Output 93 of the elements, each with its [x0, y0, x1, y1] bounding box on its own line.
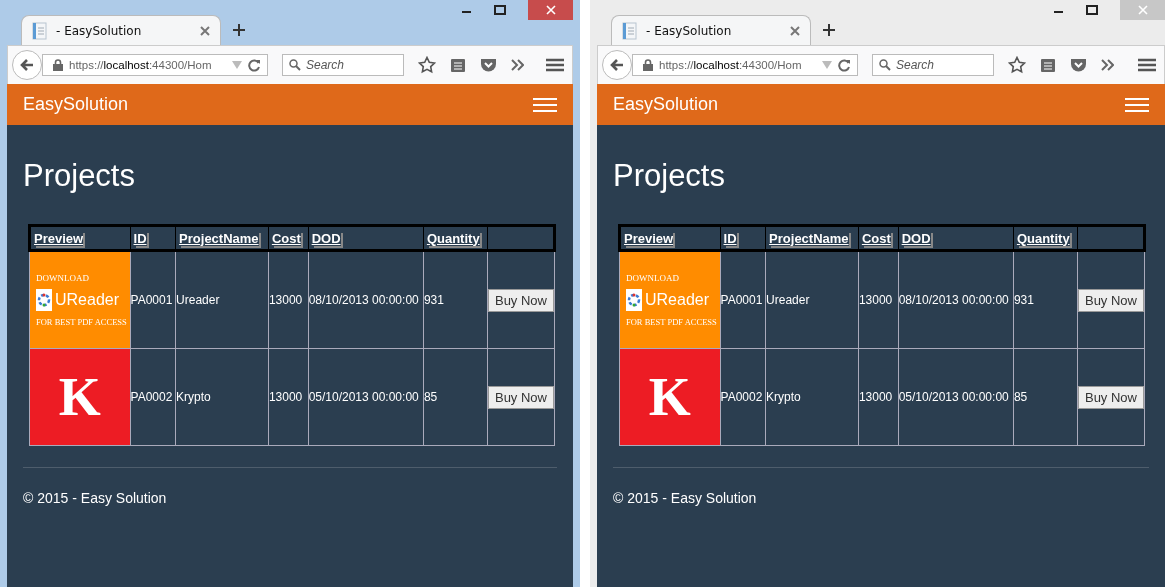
close-tab-icon[interactable]: [790, 25, 800, 36]
banner-title: UReader: [645, 291, 710, 309]
app-logo-icon: [626, 289, 642, 311]
clipboard-icon[interactable]: [1040, 57, 1056, 73]
table-cell: 85: [1013, 348, 1078, 446]
table-cell: 08/10/2013 00:00:00: [898, 250, 1014, 349]
back-arrow-icon: [20, 58, 34, 72]
column-sort-link[interactable]: Cost: [271, 230, 301, 246]
banner-text: FOR BEST PDF ACCESS: [36, 317, 128, 327]
banner-text: DOWNLOAD: [36, 273, 90, 283]
banner-text: FOR BEST PDF ACCESS: [626, 317, 718, 327]
chevrons-icon[interactable]: [1101, 59, 1114, 71]
browser-tab[interactable]: - EasySolution: [611, 15, 811, 45]
table-cell: 13000: [268, 250, 309, 349]
browser-tab[interactable]: - EasySolution: [21, 15, 221, 45]
table-cell: 05/10/2013 00:00:00: [898, 348, 1014, 446]
buy-now-button[interactable]: Buy Now: [487, 288, 554, 312]
address-field[interactable]: https://localhost:44300/Hom: [42, 54, 268, 76]
table-cell: 85: [423, 348, 488, 446]
buy-now-button[interactable]: Buy Now: [487, 385, 554, 409]
reload-icon[interactable]: [248, 58, 261, 72]
buy-now-button[interactable]: Buy Now: [1077, 385, 1144, 409]
reload-icon[interactable]: [838, 58, 851, 72]
maximize-icon[interactable]: [494, 5, 506, 15]
buy-now-button[interactable]: Buy Now: [1077, 288, 1144, 312]
search-icon: [879, 59, 891, 71]
search-icon: [289, 59, 301, 71]
table-cell: PA0002: [130, 348, 176, 446]
chevrons-icon[interactable]: [511, 59, 524, 71]
app-logo-icon: [36, 289, 52, 311]
clipboard-icon[interactable]: [450, 57, 466, 73]
menu-icon[interactable]: [546, 58, 564, 72]
url-text: https://localhost:44300/Hom: [659, 59, 802, 71]
table-cell: 931: [423, 250, 488, 349]
new-tab-icon[interactable]: [233, 24, 245, 36]
column-sort-link[interactable]: Preview: [624, 230, 674, 246]
new-tab-icon[interactable]: [823, 24, 835, 36]
maximize-icon[interactable]: [1086, 5, 1098, 15]
column-sort-link[interactable]: ProjectName: [769, 230, 849, 246]
table-cell: PA0001: [130, 250, 176, 349]
page-icon: [622, 21, 638, 40]
column-sort-link[interactable]: DOD: [311, 230, 341, 246]
back-button[interactable]: [602, 50, 632, 80]
column-sort-link[interactable]: ProjectName: [179, 230, 259, 246]
close-window-button[interactable]: [528, 0, 573, 20]
back-arrow-icon: [610, 58, 624, 72]
column-sort-link[interactable]: DOD: [901, 230, 931, 246]
tab-title: - EasySolution: [56, 23, 143, 38]
page-icon: [32, 21, 48, 40]
table-cell: Krypto: [765, 348, 859, 446]
table-cell: 05/10/2013 00:00:00: [308, 348, 424, 446]
url-text: https://localhost:44300/Hom: [69, 59, 212, 71]
close-tab-icon[interactable]: [200, 25, 210, 36]
page-heading: Projects: [23, 158, 136, 194]
lock-icon: [53, 59, 63, 71]
star-icon[interactable]: [1008, 56, 1026, 74]
table-cell: 13000: [858, 250, 899, 349]
table-cell: 931: [1013, 250, 1078, 349]
column-sort-link[interactable]: Cost: [861, 230, 891, 246]
logo-letter: K: [58, 366, 101, 428]
address-field[interactable]: https://localhost:44300/Hom: [632, 54, 858, 76]
search-field[interactable]: Search: [872, 54, 994, 76]
back-button[interactable]: [12, 50, 42, 80]
logo-letter: K: [648, 366, 691, 428]
column-sort-link[interactable]: Quantity: [1016, 230, 1070, 246]
table-cell: PA0002: [720, 348, 766, 446]
table-cell: 08/10/2013 00:00:00: [308, 250, 424, 349]
footer-text: © 2015 - Easy Solution: [23, 490, 168, 506]
menu-icon[interactable]: [1138, 58, 1156, 72]
column-sort-link[interactable]: ID: [723, 230, 737, 246]
footer-text: © 2015 - Easy Solution: [613, 490, 758, 506]
table-cell: Krypto: [175, 348, 269, 446]
lock-icon: [643, 59, 653, 71]
close-icon: [545, 5, 556, 15]
column-sort-link[interactable]: Preview: [34, 230, 84, 246]
search-input[interactable]: Search: [896, 58, 986, 72]
close-icon: [1137, 5, 1148, 15]
table-cell: Ureader: [765, 250, 859, 349]
table-cell: 13000: [858, 348, 899, 446]
search-input[interactable]: Search: [306, 58, 396, 72]
table-cell: Ureader: [175, 250, 269, 349]
star-icon[interactable]: [418, 56, 436, 74]
search-field[interactable]: Search: [282, 54, 404, 76]
column-sort-link[interactable]: Quantity: [426, 230, 480, 246]
tab-title: - EasySolution: [646, 23, 733, 38]
pocket-icon[interactable]: [1070, 57, 1087, 73]
column-sort-link[interactable]: ID: [133, 230, 147, 246]
table-cell: PA0001: [720, 250, 766, 349]
banner-title: UReader: [55, 291, 120, 309]
banner-text: DOWNLOAD: [626, 273, 680, 283]
page-heading: Projects: [613, 158, 726, 194]
pocket-icon[interactable]: [480, 57, 497, 73]
table-cell: 13000: [268, 348, 309, 446]
